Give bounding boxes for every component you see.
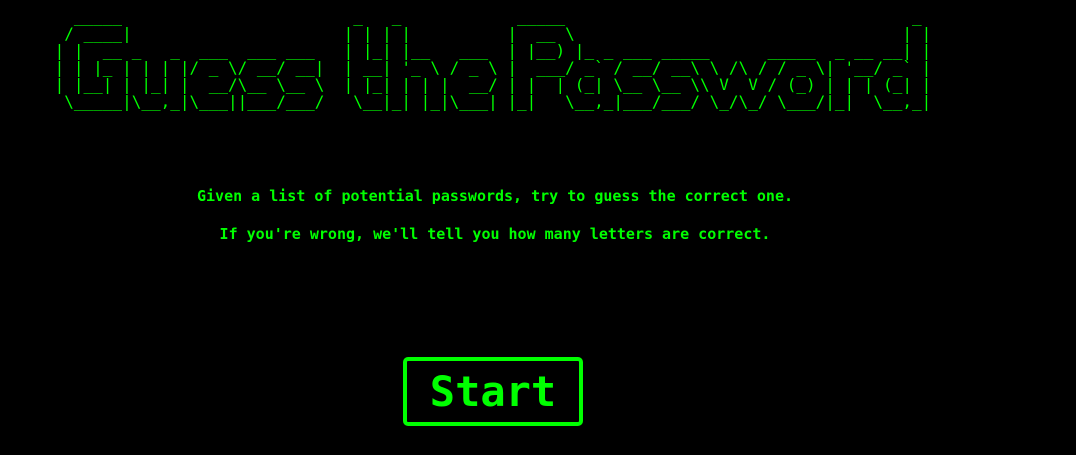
instruction-line-2: If you're wrong, we'll tell you how many… xyxy=(219,225,771,243)
game-title-ascii-art: _____ _ _ _____ _ / ____| | | | | | __ \… xyxy=(54,7,932,111)
instruction-line-1: Given a list of potential passwords, try… xyxy=(196,187,794,205)
start-button[interactable]: Start xyxy=(403,357,583,426)
instructions: Given a list of potential passwords, try… xyxy=(0,185,990,261)
